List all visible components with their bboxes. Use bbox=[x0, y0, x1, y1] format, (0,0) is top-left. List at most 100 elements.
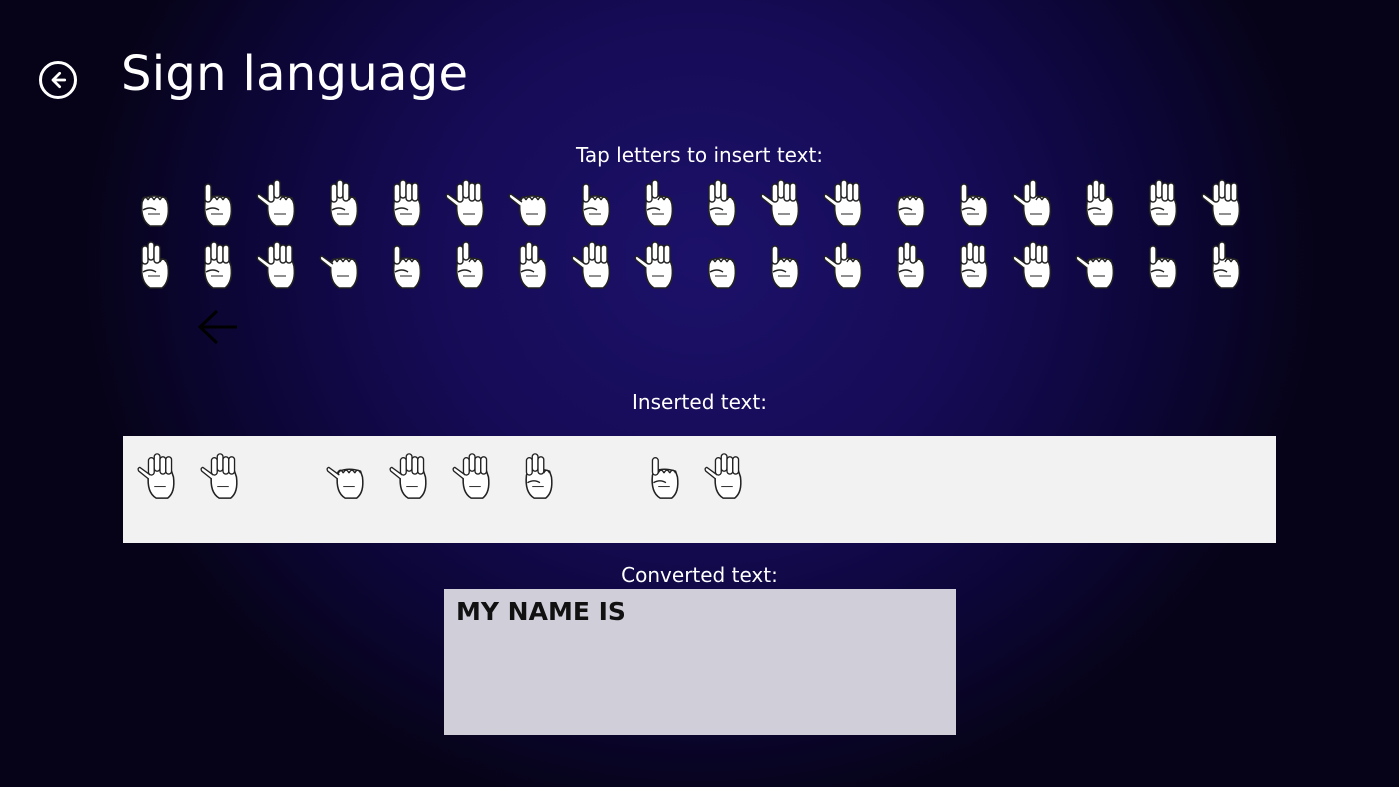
hand-sign-icon bbox=[319, 255, 359, 289]
hand-sign-icon bbox=[770, 245, 800, 289]
sign-key-l[interactable] bbox=[815, 172, 878, 234]
hand-sign-icon bbox=[581, 183, 611, 227]
hand-sign-icon bbox=[256, 241, 296, 289]
sign-key-q[interactable] bbox=[1130, 172, 1193, 234]
hand-sign-icon bbox=[1201, 179, 1241, 227]
inserted-sign-m bbox=[450, 450, 500, 502]
hand-sign-icon bbox=[203, 241, 233, 289]
hand-sign-icon bbox=[392, 179, 422, 227]
hand-sign-icon bbox=[1012, 241, 1052, 289]
sign-key-s[interactable] bbox=[122, 234, 185, 296]
sign-key-h[interactable] bbox=[563, 172, 626, 234]
sign-key-f[interactable] bbox=[437, 172, 500, 234]
sign-key-n[interactable] bbox=[941, 172, 1004, 234]
page-title: Sign language bbox=[121, 46, 469, 102]
hand-sign-icon bbox=[1148, 245, 1178, 289]
key-row-1 bbox=[122, 172, 1256, 234]
sign-key-2[interactable] bbox=[689, 234, 752, 296]
inserted-sign-y bbox=[198, 450, 248, 502]
hand-sign-icon bbox=[959, 241, 989, 289]
hand-sign-icon bbox=[571, 241, 611, 289]
sign-key-m[interactable] bbox=[878, 172, 941, 234]
sign-key-w[interactable] bbox=[374, 234, 437, 296]
inserted-sign-a bbox=[387, 450, 437, 502]
back-arrow-circle-icon bbox=[51, 71, 67, 89]
sign-key-9[interactable] bbox=[1130, 234, 1193, 296]
hand-sign-icon bbox=[823, 179, 863, 227]
sign-key-c[interactable] bbox=[248, 172, 311, 234]
inserted-sign-n bbox=[324, 450, 374, 502]
hand-sign-icon bbox=[200, 453, 238, 499]
sign-key-x[interactable] bbox=[437, 234, 500, 296]
hand-sign-icon bbox=[329, 179, 359, 227]
sign-key-8[interactable] bbox=[1067, 234, 1130, 296]
hand-sign-icon bbox=[203, 183, 233, 227]
sign-key-10[interactable] bbox=[1193, 234, 1256, 296]
hand-sign-icon bbox=[704, 453, 742, 499]
sign-key-b[interactable] bbox=[185, 172, 248, 234]
hand-sign-icon bbox=[518, 241, 548, 289]
hand-sign-icon bbox=[326, 466, 364, 499]
sign-key-k[interactable] bbox=[752, 172, 815, 234]
key-row-2 bbox=[122, 234, 1256, 296]
sign-key-u[interactable] bbox=[248, 234, 311, 296]
hand-sign-icon bbox=[256, 179, 296, 227]
sign-key-3[interactable] bbox=[752, 234, 815, 296]
hand-sign-icon bbox=[1211, 241, 1241, 289]
sign-key-j[interactable] bbox=[689, 172, 752, 234]
sign-key-g[interactable] bbox=[500, 172, 563, 234]
hand-sign-icon bbox=[1148, 179, 1178, 227]
hand-sign-icon bbox=[959, 183, 989, 227]
backspace-arrow-icon bbox=[197, 309, 237, 345]
sign-key-z[interactable] bbox=[563, 234, 626, 296]
hand-sign-icon bbox=[455, 241, 485, 289]
hand-sign-icon bbox=[392, 245, 422, 289]
sign-key-v[interactable] bbox=[311, 234, 374, 296]
hand-sign-icon bbox=[651, 457, 679, 499]
sign-key-7[interactable] bbox=[1004, 234, 1067, 296]
hand-sign-icon bbox=[644, 179, 674, 227]
hand-sign-icon bbox=[140, 195, 170, 227]
hand-sign-icon bbox=[140, 241, 170, 289]
sign-key-5[interactable] bbox=[878, 234, 941, 296]
sign-key-o[interactable] bbox=[1004, 172, 1067, 234]
sign-key-1[interactable] bbox=[626, 234, 689, 296]
hand-sign-icon bbox=[137, 453, 175, 499]
hand-sign-icon bbox=[452, 453, 490, 499]
hand-sign-icon bbox=[389, 453, 427, 499]
sign-key-i[interactable] bbox=[626, 172, 689, 234]
hand-sign-icon bbox=[525, 453, 553, 499]
sign-key-a[interactable] bbox=[122, 172, 185, 234]
back-button[interactable] bbox=[39, 61, 77, 99]
keyboard-label: Tap letters to insert text: bbox=[575, 143, 824, 167]
sign-key-e[interactable] bbox=[374, 172, 437, 234]
hand-sign-icon bbox=[896, 241, 926, 289]
sign-key-d[interactable] bbox=[311, 172, 374, 234]
sign-key-4[interactable] bbox=[815, 234, 878, 296]
backspace-button[interactable] bbox=[195, 307, 239, 347]
hand-sign-icon bbox=[445, 179, 485, 227]
sign-key-t[interactable] bbox=[185, 234, 248, 296]
converted-label: Converted text: bbox=[621, 563, 778, 587]
sign-keyboard bbox=[122, 172, 1256, 296]
inserted-sign-m bbox=[135, 450, 185, 502]
inserted-label: Inserted text: bbox=[632, 390, 767, 414]
hand-sign-icon bbox=[707, 179, 737, 227]
hand-sign-icon bbox=[1075, 255, 1115, 289]
hand-sign-icon bbox=[508, 193, 548, 227]
hand-sign-icon bbox=[1085, 179, 1115, 227]
inserted-text-box[interactable] bbox=[123, 436, 1276, 543]
hand-sign-icon bbox=[1012, 179, 1052, 227]
sign-key-r[interactable] bbox=[1193, 172, 1256, 234]
converted-text-field[interactable]: MY NAME IS bbox=[444, 589, 956, 735]
inserted-sign-i bbox=[639, 450, 689, 502]
hand-sign-icon bbox=[760, 179, 800, 227]
sign-key-6[interactable] bbox=[941, 234, 1004, 296]
hand-sign-icon bbox=[823, 241, 863, 289]
hand-sign-icon bbox=[896, 195, 926, 227]
sign-key-y[interactable] bbox=[500, 234, 563, 296]
hand-sign-icon bbox=[634, 241, 674, 289]
hand-sign-icon bbox=[707, 257, 737, 289]
sign-key-p[interactable] bbox=[1067, 172, 1130, 234]
inserted-sign-e bbox=[513, 450, 563, 502]
